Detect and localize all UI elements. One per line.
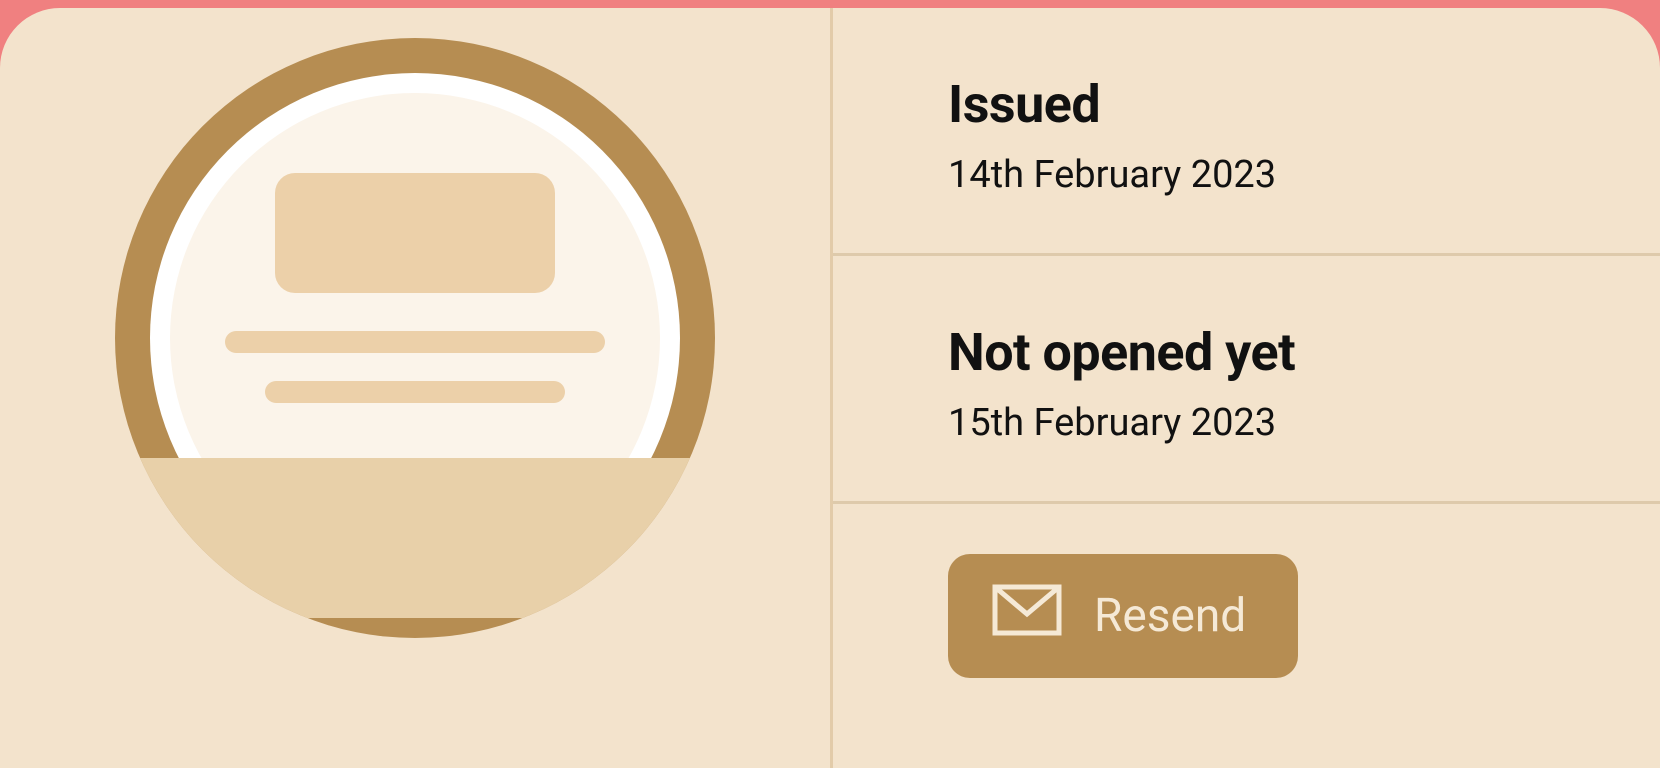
resend-button[interactable]: Resend xyxy=(948,554,1298,678)
resend-button-label: Resend xyxy=(1094,589,1246,643)
document-badge-icon xyxy=(115,38,715,638)
status-issued-title: Issued xyxy=(948,74,1660,135)
status-opened-title: Not opened yet xyxy=(948,322,1660,383)
action-row: Resend xyxy=(830,504,1660,678)
invoice-card: Issued 14th February 2023 Not opened yet… xyxy=(0,8,1660,768)
badge-pane xyxy=(0,8,830,768)
mail-icon xyxy=(992,584,1062,648)
status-opened-date: 15th February 2023 xyxy=(948,401,1660,445)
status-opened: Not opened yet 15th February 2023 xyxy=(830,256,1660,501)
status-issued-date: 14th February 2023 xyxy=(948,153,1660,197)
status-pane: Issued 14th February 2023 Not opened yet… xyxy=(830,8,1660,768)
status-issued: Issued 14th February 2023 xyxy=(830,8,1660,253)
